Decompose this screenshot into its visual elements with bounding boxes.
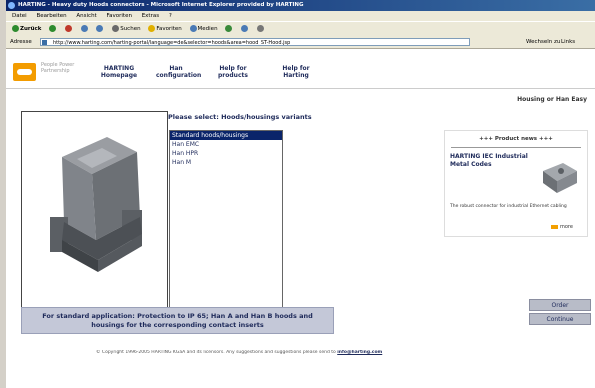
print-icon	[256, 25, 264, 32]
description-bar: For standard application: Protection to …	[21, 307, 334, 334]
history-icon	[225, 25, 233, 32]
address-label: Adresse	[10, 39, 32, 45]
stop-button[interactable]	[64, 25, 73, 32]
selector-title: Please select: Hoods/housings variants	[168, 113, 312, 121]
nav-help-harting[interactable]: Help for Harting	[276, 65, 316, 79]
ie-icon	[8, 2, 15, 9]
product-news-box: +++ Product news +++ HARTING IEC Industr…	[444, 130, 588, 237]
star-icon	[148, 25, 156, 32]
footer: © Copyright 1996-2005 HARTING KGaA and i…	[96, 350, 536, 355]
refresh-button[interactable]	[80, 25, 89, 32]
harting-logo[interactable]	[13, 63, 36, 81]
history-button[interactable]	[225, 25, 233, 32]
print-button[interactable]	[256, 25, 265, 32]
nav-help-products[interactable]: Help for products	[213, 65, 253, 79]
favorites-button[interactable]: Favoriten	[148, 25, 182, 32]
breadcrumb: Housing or Han Easy	[517, 96, 587, 103]
home-button[interactable]	[96, 25, 104, 32]
menu-item-extras[interactable]: Extras	[142, 13, 159, 19]
menu-item-ansicht[interactable]: Ansicht	[76, 13, 96, 19]
news-divider	[451, 147, 581, 148]
menu-bar: Datei Bearbeiten Ansicht Favoriten Extra…	[6, 11, 595, 21]
news-more-link[interactable]: more	[560, 224, 573, 230]
search-icon	[112, 25, 120, 32]
site-header: People Power Partnership HARTING Homepag…	[6, 58, 595, 89]
nav-harting-homepage[interactable]: HARTING Homepage	[98, 65, 140, 79]
search-button[interactable]: Suchen	[112, 25, 141, 32]
news-headline[interactable]: HARTING IEC Industrial Metal Codes	[450, 153, 530, 169]
forward-arrow-icon	[49, 25, 57, 32]
mail-button[interactable]	[241, 25, 249, 32]
window-title: HARTING - Heavy duty Hoods connectors - …	[18, 2, 304, 8]
toolbar: Zurück Suchen Favoriten Medien	[6, 21, 595, 37]
product-image	[21, 111, 168, 309]
menu-item-help[interactable]: ?	[169, 13, 172, 19]
footer-email-link[interactable]: info@harting.com	[337, 350, 382, 355]
footer-text: © Copyright 1996-2005 HARTING KGaA and i…	[96, 350, 336, 355]
variant-option-hpr[interactable]: Han HPR	[170, 149, 282, 158]
forward-button[interactable]	[49, 25, 57, 32]
refresh-icon	[80, 25, 88, 32]
arrow-right-icon	[551, 225, 558, 229]
browser-window: HARTING - Heavy duty Hoods connectors - …	[6, 0, 595, 388]
variant-listbox[interactable]: Standard hoods/housings Han EMC Han HPR …	[169, 130, 283, 311]
go-button[interactable]: Wechseln zu	[526, 36, 560, 48]
stop-icon	[64, 25, 72, 32]
media-button[interactable]: Medien	[189, 25, 218, 32]
menu-item-bearbeiten[interactable]: Bearbeiten	[36, 13, 66, 19]
hood-housing-image	[50, 137, 142, 272]
links-button[interactable]: Links	[561, 36, 575, 48]
home-icon	[96, 25, 104, 32]
news-title: +++ Product news +++	[479, 136, 553, 142]
menu-item-datei[interactable]: Datei	[12, 13, 27, 19]
title-bar: HARTING - Heavy duty Hoods connectors - …	[6, 0, 595, 11]
order-button[interactable]: Order	[529, 299, 591, 311]
address-bar: Adresse http://www.harting.com/harting-p…	[6, 36, 595, 49]
variant-option-emc[interactable]: Han EMC	[170, 140, 282, 149]
news-product-image	[543, 163, 577, 193]
back-arrow-icon	[12, 25, 19, 32]
tagline: People Power Partnership	[41, 62, 75, 74]
description-text: For standard application: Protection to …	[42, 312, 313, 329]
news-text: The robust connector for industrial Ethe…	[450, 204, 567, 209]
media-icon	[189, 25, 197, 32]
continue-button[interactable]: Continue	[529, 313, 591, 325]
mail-icon	[241, 25, 249, 32]
variant-option-standard[interactable]: Standard hoods/housings	[170, 131, 282, 140]
page-icon	[42, 40, 47, 45]
back-button[interactable]: Zurück	[12, 25, 41, 32]
address-input[interactable]: http://www.harting.com/harting-portal/la…	[40, 38, 470, 46]
nav-han-configuration[interactable]: Han configuration	[156, 65, 201, 79]
variant-option-m[interactable]: Han M	[170, 158, 282, 167]
menu-item-favoriten[interactable]: Favoriten	[106, 13, 131, 19]
